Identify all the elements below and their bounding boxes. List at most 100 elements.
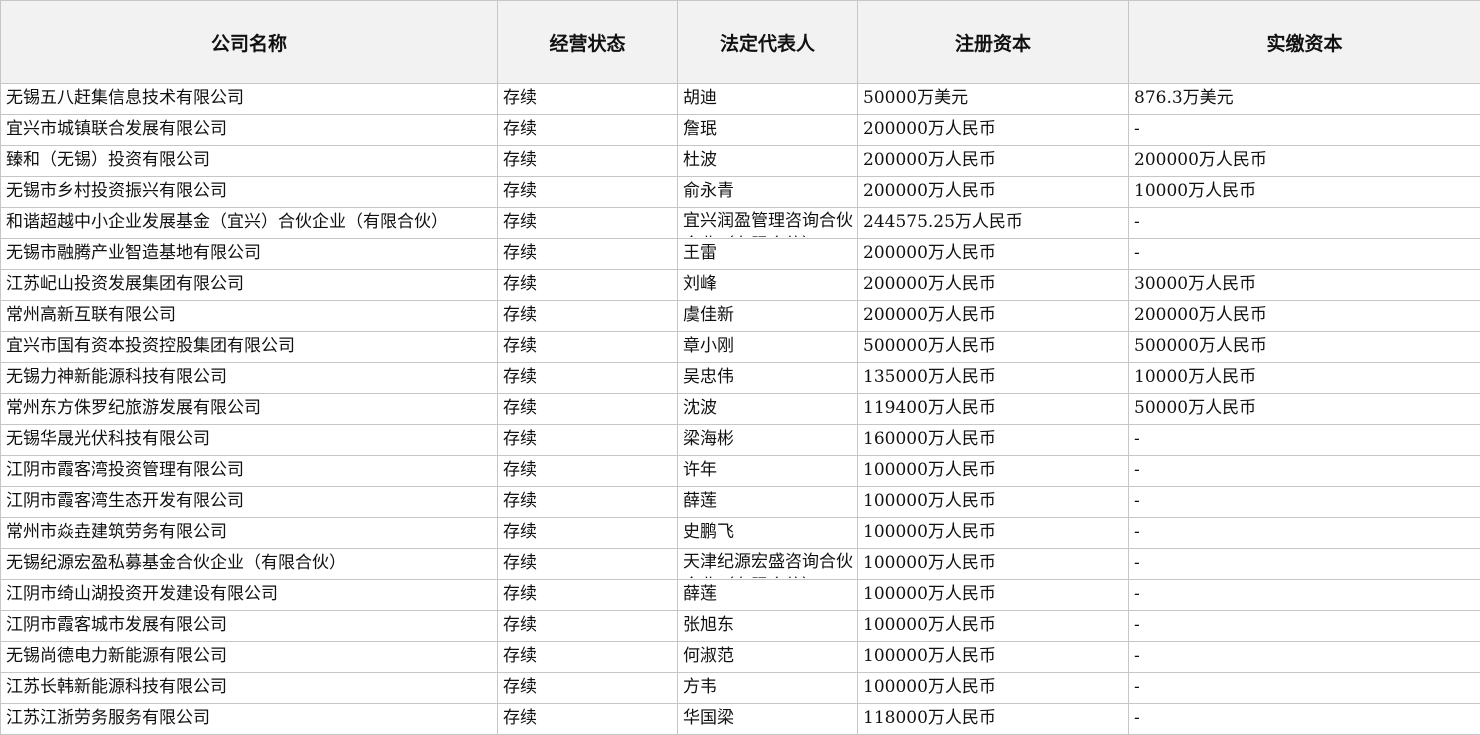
registered-capital-cell[interactable]: 200000万人民币 [858,115,1129,146]
legal-rep-cell[interactable]: 胡迪 [678,84,858,115]
status-cell[interactable]: 存续 [498,84,678,115]
company-name-cell[interactable]: 无锡市融腾产业智造基地有限公司 [1,239,498,270]
status-cell[interactable]: 存续 [498,518,678,549]
paid-in-capital-cell[interactable]: - [1129,456,1480,487]
status-cell[interactable]: 存续 [498,332,678,363]
registered-capital-cell[interactable]: 100000万人民币 [858,580,1129,611]
status-cell[interactable]: 存续 [498,673,678,704]
paid-in-capital-cell[interactable]: - [1129,115,1480,146]
legal-rep-cell[interactable]: 章小刚 [678,332,858,363]
status-cell[interactable]: 存续 [498,394,678,425]
legal-rep-cell[interactable]: 刘峰 [678,270,858,301]
company-name-cell[interactable]: 常州市焱垚建筑劳务有限公司 [1,518,498,549]
paid-in-capital-cell[interactable]: 10000万人民币 [1129,177,1480,208]
legal-rep-cell[interactable]: 张旭东 [678,611,858,642]
company-name-cell[interactable]: 江苏江浙劳务服务有限公司 [1,704,498,735]
registered-capital-cell[interactable]: 50000万美元 [858,84,1129,115]
status-cell[interactable]: 存续 [498,487,678,518]
paid-in-capital-cell[interactable]: 876.3万美元 [1129,84,1480,115]
paid-in-capital-cell[interactable]: - [1129,673,1480,704]
status-cell[interactable]: 存续 [498,115,678,146]
paid-in-capital-cell[interactable]: 500000万人民币 [1129,332,1480,363]
paid-in-capital-cell[interactable]: - [1129,704,1480,735]
company-name-cell[interactable]: 臻和（无锡）投资有限公司 [1,146,498,177]
company-name-cell[interactable]: 江苏屺山投资发展集团有限公司 [1,270,498,301]
registered-capital-cell[interactable]: 200000万人民币 [858,146,1129,177]
paid-in-capital-cell[interactable]: - [1129,580,1480,611]
legal-rep-cell[interactable]: 许年 [678,456,858,487]
registered-capital-cell[interactable]: 200000万人民币 [858,177,1129,208]
paid-in-capital-cell[interactable]: - [1129,518,1480,549]
paid-in-capital-cell[interactable]: 50000万人民币 [1129,394,1480,425]
header-company-name[interactable]: 公司名称 [1,1,498,84]
company-name-cell[interactable]: 宜兴市城镇联合发展有限公司 [1,115,498,146]
legal-rep-cell[interactable]: 何淑范 [678,642,858,673]
legal-rep-cell[interactable]: 梁海彬 [678,425,858,456]
registered-capital-cell[interactable]: 118000万人民币 [858,704,1129,735]
legal-rep-cell[interactable]: 薛莲 [678,487,858,518]
legal-rep-cell[interactable]: 詹珉 [678,115,858,146]
legal-rep-cell[interactable]: 方韦 [678,673,858,704]
status-cell[interactable]: 存续 [498,580,678,611]
company-name-cell[interactable]: 江阴市霞客湾投资管理有限公司 [1,456,498,487]
status-cell[interactable]: 存续 [498,456,678,487]
paid-in-capital-cell[interactable]: - [1129,611,1480,642]
registered-capital-cell[interactable]: 100000万人民币 [858,642,1129,673]
status-cell[interactable]: 存续 [498,146,678,177]
company-name-cell[interactable]: 无锡市乡村投资振兴有限公司 [1,177,498,208]
status-cell[interactable]: 存续 [498,704,678,735]
registered-capital-cell[interactable]: 160000万人民币 [858,425,1129,456]
company-name-cell[interactable]: 和谐超越中小企业发展基金（宜兴）合伙企业（有限合伙） [1,208,498,239]
paid-in-capital-cell[interactable]: 10000万人民币 [1129,363,1480,394]
company-name-cell[interactable]: 江阴市绮山湖投资开发建设有限公司 [1,580,498,611]
registered-capital-cell[interactable]: 100000万人民币 [858,673,1129,704]
legal-rep-cell[interactable]: 天津纪源宏盛咨询合伙企业（有限合伙） [678,549,858,580]
company-name-cell[interactable]: 江苏长韩新能源科技有限公司 [1,673,498,704]
status-cell[interactable]: 存续 [498,363,678,394]
header-paid-in-capital[interactable]: 实缴资本 [1129,1,1480,84]
registered-capital-cell[interactable]: 500000万人民币 [858,332,1129,363]
header-registered-capital[interactable]: 注册资本 [858,1,1129,84]
status-cell[interactable]: 存续 [498,208,678,239]
company-name-cell[interactable]: 无锡力神新能源科技有限公司 [1,363,498,394]
status-cell[interactable]: 存续 [498,270,678,301]
company-name-cell[interactable]: 常州高新互联有限公司 [1,301,498,332]
status-cell[interactable]: 存续 [498,642,678,673]
legal-rep-cell[interactable]: 吴忠伟 [678,363,858,394]
paid-in-capital-cell[interactable]: 30000万人民币 [1129,270,1480,301]
registered-capital-cell[interactable]: 100000万人民币 [858,518,1129,549]
registered-capital-cell[interactable]: 100000万人民币 [858,487,1129,518]
status-cell[interactable]: 存续 [498,239,678,270]
registered-capital-cell[interactable]: 100000万人民币 [858,611,1129,642]
paid-in-capital-cell[interactable]: 200000万人民币 [1129,301,1480,332]
registered-capital-cell[interactable]: 244575.25万人民币 [858,208,1129,239]
company-name-cell[interactable]: 无锡尚德电力新能源有限公司 [1,642,498,673]
paid-in-capital-cell[interactable]: - [1129,487,1480,518]
registered-capital-cell[interactable]: 200000万人民币 [858,270,1129,301]
legal-rep-cell[interactable]: 华国梁 [678,704,858,735]
status-cell[interactable]: 存续 [498,549,678,580]
legal-rep-cell[interactable]: 虞佳新 [678,301,858,332]
registered-capital-cell[interactable]: 100000万人民币 [858,549,1129,580]
registered-capital-cell[interactable]: 200000万人民币 [858,301,1129,332]
status-cell[interactable]: 存续 [498,611,678,642]
company-name-cell[interactable]: 常州东方侏罗纪旅游发展有限公司 [1,394,498,425]
paid-in-capital-cell[interactable]: - [1129,208,1480,239]
registered-capital-cell[interactable]: 135000万人民币 [858,363,1129,394]
registered-capital-cell[interactable]: 119400万人民币 [858,394,1129,425]
legal-rep-cell[interactable]: 俞永青 [678,177,858,208]
paid-in-capital-cell[interactable]: - [1129,239,1480,270]
legal-rep-cell[interactable]: 沈波 [678,394,858,425]
legal-rep-cell[interactable]: 薛莲 [678,580,858,611]
paid-in-capital-cell[interactable]: - [1129,425,1480,456]
status-cell[interactable]: 存续 [498,425,678,456]
header-legal-rep[interactable]: 法定代表人 [678,1,858,84]
registered-capital-cell[interactable]: 100000万人民币 [858,456,1129,487]
status-cell[interactable]: 存续 [498,301,678,332]
paid-in-capital-cell[interactable]: - [1129,549,1480,580]
header-status[interactable]: 经营状态 [498,1,678,84]
paid-in-capital-cell[interactable]: 200000万人民币 [1129,146,1480,177]
registered-capital-cell[interactable]: 200000万人民币 [858,239,1129,270]
legal-rep-cell[interactable]: 宜兴润盈管理咨询合伙企业（有限合伙） [678,208,858,239]
company-name-cell[interactable]: 江阴市霞客城市发展有限公司 [1,611,498,642]
